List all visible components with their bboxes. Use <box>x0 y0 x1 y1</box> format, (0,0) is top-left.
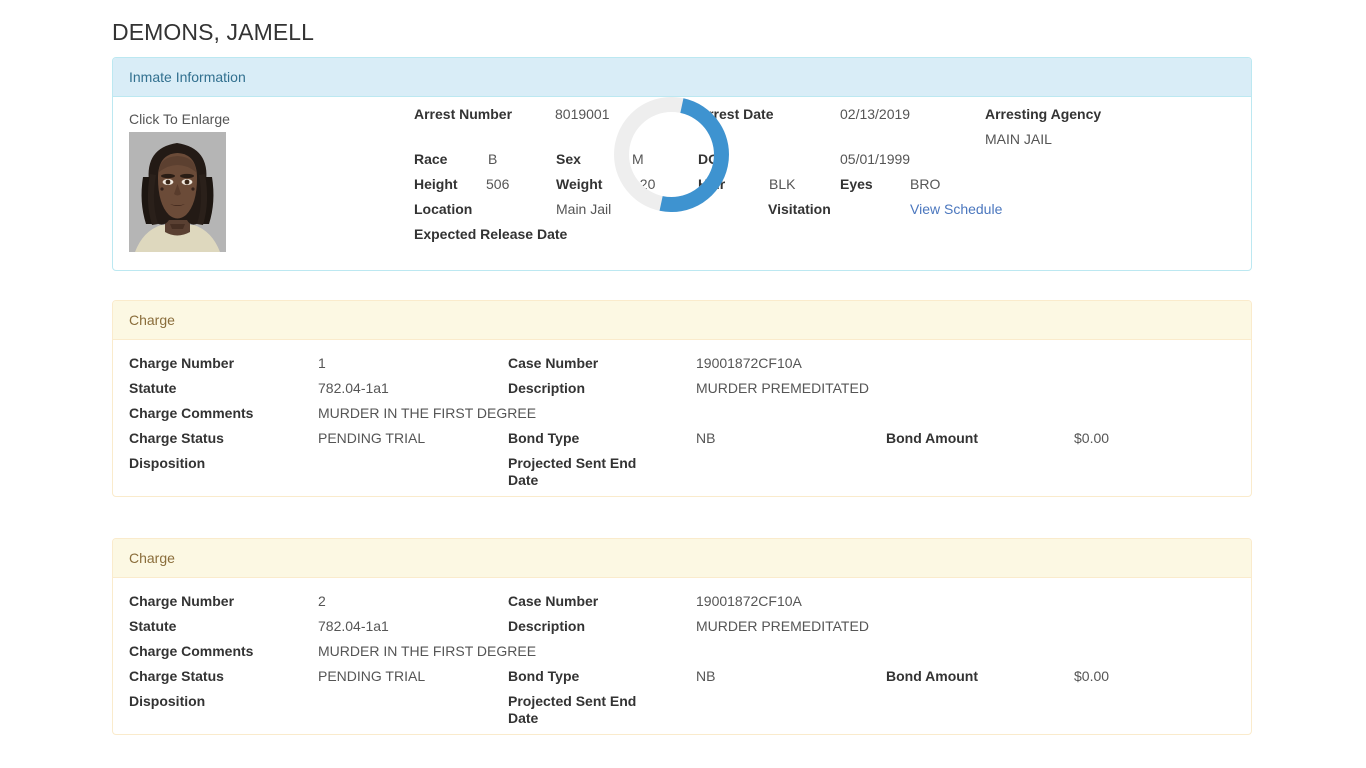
race-label: Race <box>414 151 448 167</box>
bond-amount-label: Bond Amount <box>886 430 979 446</box>
projected-sent-end-date-label: Projected Sent End Date <box>508 455 637 488</box>
inmate-information-heading: Inmate Information <box>113 58 1251 97</box>
charge-comments-label: Charge Comments <box>129 643 254 659</box>
charge-comments-label: Charge Comments <box>129 405 254 421</box>
bond-type-label: Bond Type <box>508 430 580 446</box>
mugshot-svg <box>129 132 226 252</box>
charge-comments-value: MURDER IN THE FIRST DEGREE <box>318 405 537 421</box>
description-label: Description <box>508 618 586 634</box>
projected-sent-end-date-label: Projected Sent End Date <box>508 693 637 726</box>
dob-label: DOB <box>698 151 730 167</box>
bond-amount-value: $0.00 <box>1074 668 1110 684</box>
bond-amount-value: $0.00 <box>1074 430 1110 446</box>
arrest-number-value: 8019001 <box>555 106 610 122</box>
disposition-label: Disposition <box>129 455 206 471</box>
disposition-label: Disposition <box>129 693 206 709</box>
statute-label: Statute <box>129 618 177 634</box>
dob-value: 05/01/1999 <box>840 151 911 167</box>
arrest-number-label: Arrest Number <box>414 106 513 122</box>
arrest-date-value: 02/13/2019 <box>840 106 911 122</box>
description-value: MURDER PREMEDITATED <box>696 380 869 396</box>
charge-body-2: Charge Number 2 Case Number 19001872CF10… <box>113 578 1251 734</box>
charge-panel-2: Charge Charge Number 2 Case Number 19001… <box>112 538 1252 735</box>
charge-comments-value: MURDER IN THE FIRST DEGREE <box>318 643 537 659</box>
bond-type-value: NB <box>696 668 716 684</box>
inmate-information-panel: Inmate Information Click To Enlarge Arre… <box>112 57 1252 271</box>
view-schedule-link[interactable]: View Schedule <box>910 201 1002 218</box>
description-value: MURDER PREMEDITATED <box>696 618 869 634</box>
charge-number-label: Charge Number <box>129 593 235 609</box>
case-number-label: Case Number <box>508 593 599 609</box>
height-value: 506 <box>486 176 510 192</box>
race-value: B <box>488 151 498 167</box>
statute-value: 782.04-1a1 <box>318 618 389 634</box>
bond-type-label: Bond Type <box>508 668 580 684</box>
case-number-value: 19001872CF10A <box>696 355 802 371</box>
eyes-value: BRO <box>910 176 941 192</box>
arresting-agency-label: Arresting Agency <box>985 106 1102 122</box>
charge-heading-2: Charge <box>113 539 1251 578</box>
charge-status-label: Charge Status <box>129 430 224 446</box>
charge-status-value: PENDING TRIAL <box>318 430 426 446</box>
charge-heading-1: Charge <box>113 301 1251 340</box>
height-label: Height <box>414 176 458 192</box>
click-to-enlarge-label[interactable]: Click To Enlarge <box>129 111 230 128</box>
hair-label: Hair <box>698 176 726 192</box>
case-number-label: Case Number <box>508 355 599 371</box>
charge-number-label: Charge Number <box>129 355 235 371</box>
statute-value: 782.04-1a1 <box>318 380 389 396</box>
charge-number-value: 2 <box>318 593 326 609</box>
eyes-label: Eyes <box>840 176 873 192</box>
charge-panel-1: Charge Charge Number 1 Case Number 19001… <box>112 300 1252 497</box>
hair-value: BLK <box>769 176 796 192</box>
location-value: Main Jail <box>556 201 612 217</box>
sex-label: Sex <box>556 151 581 167</box>
statute-label: Statute <box>129 380 177 396</box>
charge-status-label: Charge Status <box>129 668 224 684</box>
case-number-value: 19001872CF10A <box>696 593 802 609</box>
arresting-agency-value: MAIN JAIL <box>985 131 1052 147</box>
inmate-detail-page: DEMONS, JAMELL Inmate Information Click … <box>0 0 1366 768</box>
expected-release-date-label: Expected Release Date <box>414 226 568 242</box>
description-label: Description <box>508 380 586 396</box>
charge-number-value: 1 <box>318 355 326 371</box>
bond-amount-label: Bond Amount <box>886 668 979 684</box>
page-title: DEMONS, JAMELL <box>112 19 315 45</box>
inmate-information-body: Click To Enlarge Arrest Number 8019001 A… <box>113 97 1251 270</box>
charge-body-1: Charge Number 1 Case Number 19001872CF10… <box>113 340 1251 496</box>
location-label: Location <box>414 201 473 217</box>
weight-value: 120 <box>632 176 656 192</box>
inmate-mugshot-image[interactable] <box>129 132 226 252</box>
sex-value: M <box>632 151 644 167</box>
weight-label: Weight <box>556 176 603 192</box>
visitation-label: Visitation <box>768 201 831 217</box>
bond-type-value: NB <box>696 430 716 446</box>
charge-status-value: PENDING TRIAL <box>318 668 426 684</box>
arrest-date-label: Arrest Date <box>698 106 774 122</box>
